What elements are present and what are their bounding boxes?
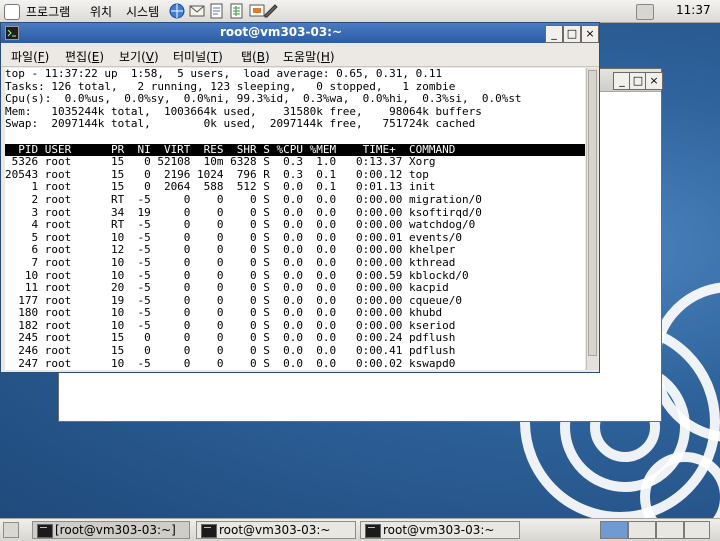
terminal-menubar: 파일(F) 편집(E) 보기(V) 터미널(T) 탭(B) 도움말(H) <box>1 44 599 67</box>
system-menu[interactable]: 시스템 <box>126 3 159 20</box>
taskbar-window-button[interactable]: root@vm303-03:~ <box>196 521 356 539</box>
terminal-scrollbar[interactable] <box>586 68 598 370</box>
menu-terminal[interactable]: 터미널(T) <box>173 48 223 65</box>
email-client-icon[interactable] <box>188 2 206 20</box>
process-row: 246 root 15 0 0 0 0 S 0.0 0.0 0:00.41 pd… <box>5 344 456 358</box>
top-summary-line: top - 11:37:22 up 1:58, 5 users, load av… <box>5 68 443 80</box>
blank-line <box>5 131 585 144</box>
workspace-4[interactable] <box>684 521 710 539</box>
terminal-titlebar[interactable]: root@vm303-03:~ _ □ × <box>1 23 599 43</box>
close-icon: × <box>649 74 659 87</box>
places-menu[interactable]: 위치 <box>90 3 112 20</box>
process-row: 7 root 10 -5 0 0 0 S 0.0 0.0 0:00.00 kth… <box>5 255 456 269</box>
process-row: 247 root 10 -5 0 0 0 S 0.0 0.0 0:00.02 k… <box>5 356 456 370</box>
office-writer-icon[interactable] <box>208 2 226 20</box>
process-row: 180 root 10 -5 0 0 0 S 0.0 0.0 0:00.00 k… <box>5 306 443 320</box>
minimize-icon: _ <box>551 27 557 40</box>
terminal-window[interactable]: root@vm303-03:~ _ □ × 파일(F) 편집(E) 보기(V) … <box>0 22 600 373</box>
bottom-panel: [root@vm303-03:~] root@vm303-03:~ root@v… <box>0 518 720 541</box>
terminal-title: root@vm303-03:~ <box>219 25 343 39</box>
taskbar-window-button[interactable]: root@vm303-03:~ <box>360 521 520 539</box>
taskbar-window-label: root@vm303-03:~ <box>219 523 331 537</box>
show-desktop-button[interactable] <box>3 522 19 538</box>
terminal-maximize-button[interactable]: □ <box>563 25 581 43</box>
terminal-icon <box>37 524 53 538</box>
process-row: 4 root RT -5 0 0 0 S 0.0 0.0 0:00.00 wat… <box>5 218 476 232</box>
workspace-3[interactable] <box>656 521 684 539</box>
taskbar-window-label: [root@vm303-03:~] <box>55 523 176 537</box>
terminal-icon <box>365 524 381 538</box>
minimize-icon: _ <box>619 74 625 87</box>
terminal-close-button[interactable]: × <box>581 25 599 43</box>
close-icon: × <box>585 27 595 40</box>
maximize-icon: □ <box>632 74 644 87</box>
office-calc-icon[interactable] <box>228 2 246 20</box>
terminal-minimize-button[interactable]: _ <box>545 25 563 43</box>
top-summary-line: Cpu(s): 0.0%us, 0.0%sy, 0.0%ni, 99.3%id,… <box>5 92 522 106</box>
workspace-1[interactable] <box>600 521 628 539</box>
process-row: 11 root 20 -5 0 0 0 S 0.0 0.0 0:00.00 ka… <box>5 281 449 295</box>
background-window-close-button[interactable]: × <box>645 72 663 90</box>
user-switcher-icon[interactable] <box>636 4 654 20</box>
taskbar-window-label: root@vm303-03:~ <box>383 523 495 537</box>
app-menu-icon[interactable] <box>4 4 20 20</box>
process-row: 2 root RT -5 0 0 0 S 0.0 0.0 0:00.00 mig… <box>5 192 482 206</box>
notes-icon[interactable] <box>262 1 280 19</box>
process-row: 5326 root 15 0 52108 10m 6328 S 0.3 1.0 … <box>5 155 436 169</box>
maximize-icon: □ <box>566 27 578 40</box>
menu-help[interactable]: 도움말(H) <box>283 48 335 65</box>
menu-edit[interactable]: 편집(E) <box>65 48 104 65</box>
taskbar-window-button[interactable]: [root@vm303-03:~] <box>32 521 190 539</box>
clock[interactable]: 11:37 <box>676 3 711 17</box>
terminal-output[interactable]: top - 11:37:22 up 1:58, 5 users, load av… <box>5 68 585 370</box>
scrollbar-thumb[interactable] <box>588 70 597 356</box>
top-panel: 프로그램 위치 시스템 11:37 <box>0 0 720 23</box>
workspace-2[interactable] <box>628 521 656 539</box>
terminal-icon <box>201 524 217 538</box>
menu-tabs[interactable]: 탭(B) <box>241 48 270 65</box>
web-browser-icon[interactable] <box>168 2 186 20</box>
applications-menu[interactable]: 프로그램 <box>26 3 70 20</box>
menu-view[interactable]: 보기(V) <box>119 48 159 65</box>
top-summary-line: Swap: 2097144k total, 0k used, 2097144k … <box>5 117 476 131</box>
menu-file[interactable]: 파일(F) <box>11 48 49 65</box>
